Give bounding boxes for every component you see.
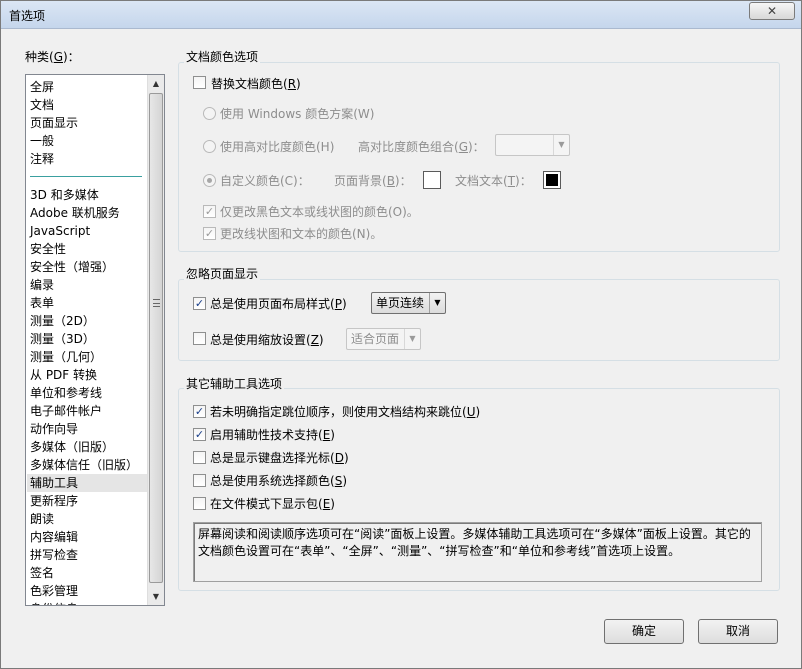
category-item[interactable]: 编录 [30, 276, 146, 294]
page-bg-color [426, 174, 438, 186]
category-item[interactable]: 朗读 [30, 510, 146, 528]
close-button[interactable]: ✕ [749, 2, 795, 20]
only-black-text-checkbox[interactable]: ✓ [203, 205, 216, 218]
category-item[interactable]: 拼写检查 [30, 546, 146, 564]
category-item[interactable]: 安全性 [30, 240, 146, 258]
category-item[interactable]: 注释 [30, 150, 146, 168]
category-list[interactable]: ▲ ▼ 全屏 文档 页面显示 一般 注释 3D 和多媒体 Adobe 联机服务 JavaScr… [25, 74, 165, 606]
always-zoom-label: 总是使用缩放设置(Z) [210, 333, 324, 347]
category-item[interactable]: 测量（几何） [30, 348, 146, 366]
other-option-label: 总是使用系统选择颜色(S) [210, 474, 347, 488]
other-option-checkbox[interactable] [193, 474, 206, 487]
always-layout-checkbox[interactable]: ✓ [193, 297, 206, 310]
category-item[interactable]: 多媒体信任（旧版） [30, 456, 146, 474]
category-item[interactable]: 测量（2D） [30, 312, 146, 330]
other-option-label: 启用辅助性技术支持(E) [210, 428, 335, 442]
window-title: 首选项 [9, 9, 46, 23]
override-display-title: 忽略页面显示 [184, 265, 261, 282]
category-item[interactable]: 身份信息 [30, 600, 146, 605]
other-option-checkbox[interactable]: ✓ [193, 405, 206, 418]
scroll-down-icon[interactable]: ▼ [148, 588, 164, 605]
description-box: 屏幕阅读和阅读顺序选项可在“阅读”面板上设置。多媒体辅助工具选项可在“多媒体”面… [193, 522, 762, 582]
category-item[interactable]: 从 PDF 转换 [30, 366, 146, 384]
category-item[interactable]: 表单 [30, 294, 146, 312]
doc-text-swatch[interactable] [543, 171, 561, 189]
category-item[interactable]: 更新程序 [30, 492, 146, 510]
other-option-checkbox[interactable] [193, 497, 206, 510]
category-scrollbar[interactable]: ▲ ▼ [147, 75, 164, 605]
windows-scheme-label: 使用 Windows 颜色方案(W) [220, 107, 375, 121]
only-black-text-label: 仅更改黑色文本或线状图的颜色(O)。 [220, 205, 419, 219]
category-item[interactable]: JavaScript [30, 222, 146, 240]
category-item[interactable]: 测量（3D） [30, 330, 146, 348]
category-item[interactable]: 3D 和多媒体 [30, 186, 146, 204]
page-bg-label: 页面背景(B)： [334, 174, 412, 188]
other-option-label: 在文件模式下显示包(E) [210, 497, 335, 511]
doc-text-label: 文档文本(T)： [455, 174, 532, 188]
custom-color-label: 自定义颜色(C)： [220, 174, 310, 188]
always-zoom-checkbox[interactable] [193, 332, 206, 345]
category-item[interactable]: 辅助工具 [27, 474, 147, 492]
high-contrast-label: 使用高对比度颜色(H) [220, 140, 335, 154]
change-line-art-label: 更改线状图和文本的颜色(N)。 [220, 227, 383, 241]
high-contrast-radio[interactable] [203, 140, 216, 153]
doc-colors-title: 文档颜色选项 [184, 48, 261, 65]
category-item[interactable]: 文档 [30, 96, 146, 114]
other-option-label: 总是显示键盘选择光标(D) [210, 451, 349, 465]
ok-button[interactable]: 确定 [604, 619, 684, 644]
other-option-label: 若未明确指定跳位顺序，则使用文档结构来跳位(U) [210, 405, 481, 419]
change-line-art-checkbox[interactable]: ✓ [203, 227, 216, 240]
scroll-thumb[interactable] [149, 93, 163, 583]
override-display-group [178, 279, 780, 361]
category-item[interactable]: 电子邮件帐户 [30, 402, 146, 420]
chevron-down-icon: ▼ [553, 135, 569, 155]
category-item[interactable]: 安全性（增强） [30, 258, 146, 276]
scroll-up-icon[interactable]: ▲ [148, 75, 164, 92]
category-item[interactable]: 单位和参考线 [30, 384, 146, 402]
preferences-dialog: 首选项 ✕ 种类(G)： ▲ ▼ 全屏 文档 页面显示 一般 注释 3D 和多媒体 Adob… [0, 0, 802, 669]
category-item[interactable]: 一般 [30, 132, 146, 150]
grip-icon [153, 299, 160, 307]
zoom-combo[interactable]: 适合页面 ▼ [346, 328, 421, 350]
categories-label: 种类(G)： [25, 50, 80, 64]
title-bar: 首选项 ✕ [1, 1, 801, 29]
category-item[interactable]: 动作向导 [30, 420, 146, 438]
other-options-title: 其它辅助工具选项 [184, 375, 285, 392]
replace-colors-label: 替换文档颜色(R) [211, 77, 301, 91]
layout-combo[interactable]: 单页连续 ▼ [371, 292, 446, 314]
close-icon: ✕ [766, 4, 778, 18]
chevron-down-icon: ▼ [429, 293, 445, 313]
list-separator [30, 176, 142, 177]
category-item[interactable]: 页面显示 [30, 114, 146, 132]
windows-scheme-radio[interactable] [203, 107, 216, 120]
other-option-checkbox[interactable]: ✓ [193, 428, 206, 441]
page-bg-swatch[interactable] [423, 171, 441, 189]
high-contrast-combo-label: 高对比度颜色组合(G)： [358, 140, 485, 154]
category-item[interactable]: 内容编辑 [30, 528, 146, 546]
always-layout-label: 总是使用页面布局样式(P) [210, 297, 347, 311]
category-item[interactable]: 签名 [30, 564, 146, 582]
category-item[interactable]: 全屏 [30, 78, 146, 96]
cancel-button[interactable]: 取消 [698, 619, 778, 644]
replace-colors-checkbox[interactable] [193, 76, 206, 89]
other-option-checkbox[interactable] [193, 451, 206, 464]
chevron-down-icon: ▼ [404, 329, 420, 349]
high-contrast-combo[interactable]: ▼ [495, 134, 570, 156]
custom-color-radio[interactable] [203, 174, 216, 187]
category-item[interactable]: 多媒体（旧版） [30, 438, 146, 456]
category-item[interactable]: 色彩管理 [30, 582, 146, 600]
doc-text-color [546, 174, 558, 186]
category-item[interactable]: Adobe 联机服务 [30, 204, 146, 222]
